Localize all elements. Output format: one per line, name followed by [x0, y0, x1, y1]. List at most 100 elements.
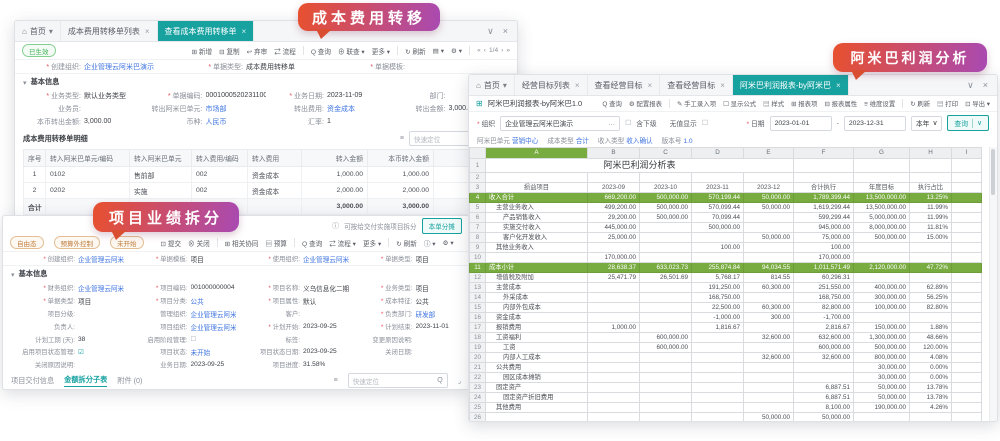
sheet-cell[interactable]: 8,100.00: [794, 403, 854, 413]
sheet-cell[interactable]: [588, 303, 640, 313]
sheet-cell[interactable]: [640, 323, 692, 333]
sheet-cell[interactable]: [640, 413, 692, 423]
sheet-cell[interactable]: [744, 293, 794, 303]
sheet-cell[interactable]: [744, 393, 794, 403]
sheet-cell[interactable]: 60,300.00: [744, 303, 794, 313]
collapse-icon[interactable]: ∨: [487, 26, 494, 37]
sheet-cell[interactable]: [952, 303, 982, 313]
sheet-cell[interactable]: 11.81%: [910, 223, 952, 233]
tab-item[interactable]: 经营目标列表×: [515, 75, 588, 95]
sheet-cell[interactable]: 1,789,399.44: [794, 193, 854, 203]
sheet-cell[interactable]: 255,874.84: [692, 263, 744, 273]
sheet-cell[interactable]: 4.08%: [910, 353, 952, 363]
sheet-cell[interactable]: [952, 333, 982, 343]
sheet-cell[interactable]: [588, 283, 640, 293]
sheet-label-cell[interactable]: 成本小计: [486, 263, 588, 273]
sheet-cell[interactable]: 50,000.00: [744, 233, 794, 243]
toolbar-button[interactable]: ↩ 弃审: [247, 46, 268, 56]
sheet-cell[interactable]: 56.25%: [910, 293, 952, 303]
sheet-cell[interactable]: 29,200.00: [588, 213, 640, 223]
sheet-cell[interactable]: 32,600.00: [794, 353, 854, 363]
sheet-cell[interactable]: [952, 213, 982, 223]
sheet-label-cell[interactable]: 产品销售收入: [486, 213, 588, 223]
sheet-cell[interactable]: [640, 303, 692, 313]
column-letter[interactable]: E: [744, 148, 794, 159]
sheet-cell[interactable]: [588, 413, 640, 423]
sheet-cell[interactable]: 25,000.00: [588, 233, 640, 243]
tab-item[interactable]: 查看经营目标×: [660, 75, 733, 95]
sheet-cell[interactable]: [640, 373, 692, 383]
sheet-cell[interactable]: 13,500,000.00: [854, 203, 910, 213]
sheet-cell[interactable]: 30,000.00: [854, 363, 910, 373]
toolbar-button[interactable]: ⊗ 关闭: [188, 238, 210, 248]
toolbar-button[interactable]: ⊡ 导出 ▾: [965, 99, 990, 108]
sheet-label-cell[interactable]: 内部外包成本: [486, 303, 588, 313]
sheet-cell[interactable]: 6,887.51: [794, 383, 854, 393]
sheet-cell[interactable]: [588, 393, 640, 403]
sheet-cell[interactable]: [486, 173, 588, 183]
sheet-cell[interactable]: [952, 273, 982, 283]
sheet-cell[interactable]: -1,000.00: [692, 313, 744, 323]
row-number[interactable]: 24: [470, 393, 486, 403]
sheet-cell[interactable]: 570,199.44: [692, 193, 744, 203]
tab-item[interactable]: 成本费用转移单列表×: [61, 21, 158, 41]
tab-close-icon[interactable]: ×: [242, 27, 247, 36]
sheet-cell[interactable]: [744, 253, 794, 263]
sheet-cell[interactable]: [588, 293, 640, 303]
sheet-cell[interactable]: 190,000.00: [854, 403, 910, 413]
toolbar-button[interactable]: ⊞ 报表项: [791, 99, 817, 108]
toolbar-button[interactable]: ⇄ 流程 ▾: [329, 238, 356, 248]
toolbar-button[interactable]: ▤ 预算: [265, 238, 287, 248]
sheet-cell[interactable]: 168,750.00: [692, 293, 744, 303]
sheet-cell[interactable]: [910, 413, 952, 423]
sheet-cell[interactable]: [692, 173, 744, 183]
toolbar-button[interactable]: ≡ 维度设置: [864, 99, 895, 108]
sheet-label-cell[interactable]: [486, 413, 588, 423]
sheet-cell[interactable]: [854, 253, 910, 263]
sheet-cell[interactable]: 1,816.67: [692, 323, 744, 333]
sheet-cell[interactable]: 1,011,571.49: [794, 263, 854, 273]
sheet-cell[interactable]: 300.00: [744, 313, 794, 323]
sheet-cell[interactable]: 632,600.00: [794, 333, 854, 343]
sheet-cell[interactable]: [744, 223, 794, 233]
row-number[interactable]: 8: [470, 233, 486, 243]
sheet-cell[interactable]: [744, 343, 794, 353]
row-number[interactable]: 7: [470, 223, 486, 233]
sheet-cell[interactable]: [692, 393, 744, 403]
sheet-title-cell[interactable]: 阿米巴利润分析表: [486, 159, 794, 173]
sheet-label-cell[interactable]: 资金成本: [486, 313, 588, 323]
sheet-cell[interactable]: 50,000.00: [794, 413, 854, 423]
sheet-cell[interactable]: 50,000.00: [744, 203, 794, 213]
tab-item[interactable]: ⌂首页▾: [15, 21, 61, 41]
context-value-link[interactable]: 合计: [576, 138, 589, 145]
sheet-cell[interactable]: 0.00%: [910, 363, 952, 373]
toolbar-button[interactable]: ⚙ 配置报表: [629, 99, 662, 108]
sheet-cell[interactable]: [640, 393, 692, 403]
sheet-header-cell[interactable]: 2023-09: [588, 183, 640, 193]
sheet-cell[interactable]: 1,000.00: [588, 323, 640, 333]
sheet-cell[interactable]: 100,000.00: [854, 303, 910, 313]
sheet-cell[interactable]: [952, 353, 982, 363]
row-number[interactable]: 5: [470, 203, 486, 213]
sheet-cell[interactable]: [794, 173, 854, 183]
field-value-link[interactable]: 公共: [191, 296, 204, 306]
row-number[interactable]: 2: [470, 173, 486, 183]
sheet-cell[interactable]: 814.55: [744, 273, 794, 283]
column-letter[interactable]: B: [588, 148, 640, 159]
sheet-cell[interactable]: 30,000.00: [854, 373, 910, 383]
toolbar-button[interactable]: ⊟ 报表属性: [824, 99, 857, 108]
sheet-cell[interactable]: 26,501.69: [640, 273, 692, 283]
sheet-cell[interactable]: 13,500,000.00: [854, 193, 910, 203]
sheet-label-cell[interactable]: 外采成本: [486, 293, 588, 303]
collapse-icon[interactable]: ∨: [967, 80, 974, 91]
sheet-cell[interactable]: 945,000.00: [794, 223, 854, 233]
sheet-cell[interactable]: [640, 313, 692, 323]
sheet-cell[interactable]: [952, 263, 982, 273]
sheet-cell[interactable]: 13.25%: [910, 193, 952, 203]
sheet-cell[interactable]: [952, 203, 982, 213]
checkbox-checked[interactable]: ☑: [78, 348, 84, 356]
tab-close-icon[interactable]: ×: [836, 81, 841, 90]
field-value-link[interactable]: 人民币: [206, 117, 227, 127]
next-page-icon[interactable]: ›: [501, 47, 503, 54]
sheet-cell[interactable]: [640, 253, 692, 263]
